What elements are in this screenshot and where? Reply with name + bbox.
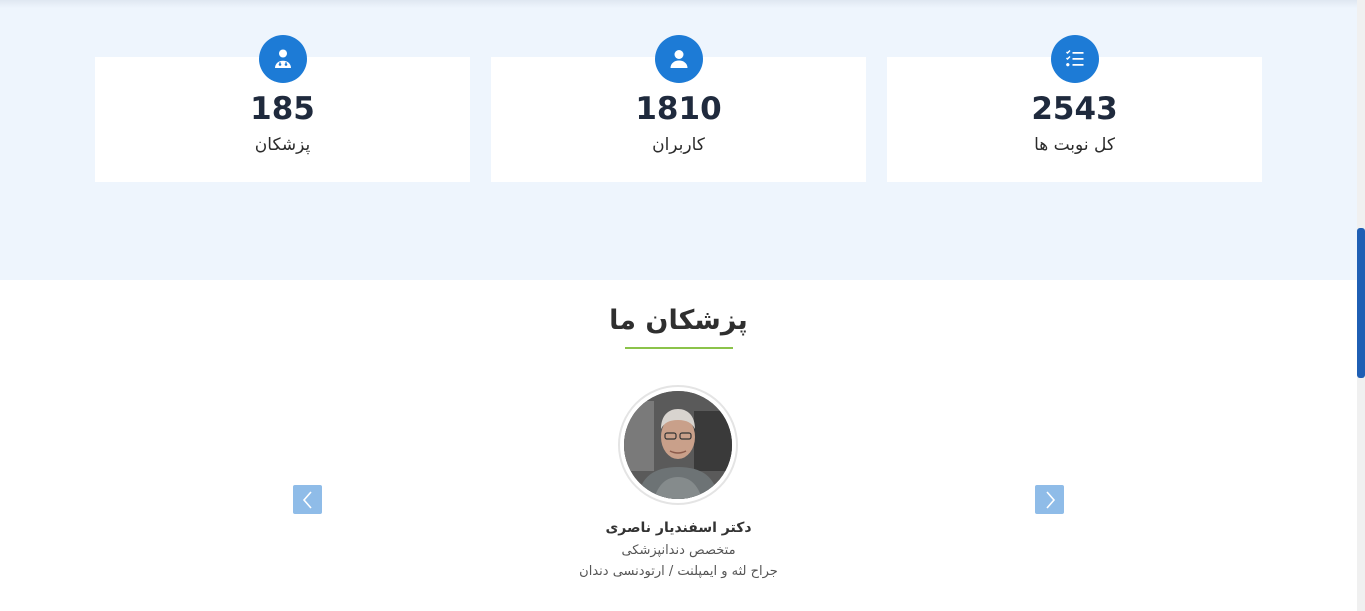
stat-value: 185	[250, 91, 315, 127]
doctor-name[interactable]: دکتر اسفندیار ناصری	[0, 520, 1357, 536]
stat-label: کاربران	[652, 135, 705, 155]
doctor-subspecialty: جراح لثه و ایمپلنت / ارتودنسی دندان	[579, 564, 778, 579]
stat-card-doctors: 185 پزشکان	[95, 35, 470, 182]
scrollbar[interactable]	[1357, 0, 1365, 611]
doctor-specialty: متخصص دندانپزشکی	[621, 543, 736, 558]
doctor-icon	[258, 35, 307, 83]
stat-label: کل نوبت ها	[1034, 135, 1115, 155]
chevron-left-icon	[302, 490, 312, 509]
page: 2543 کل نوبت ها 1810 کاربران 185 پزشکان …	[0, 0, 1365, 611]
title-underline	[625, 347, 733, 349]
stat-card-users: 1810 کاربران	[491, 35, 866, 182]
stat-value: 1810	[635, 91, 722, 127]
task-list-icon	[1050, 35, 1099, 83]
stats-section: 2543 کل نوبت ها 1810 کاربران 185 پزشکان	[0, 0, 1357, 280]
carousel-next-button[interactable]	[1035, 485, 1064, 514]
chevron-right-icon	[1045, 490, 1055, 509]
user-icon	[654, 35, 703, 83]
stat-value: 2543	[1031, 91, 1118, 127]
stat-card-appointments: 2543 کل نوبت ها	[887, 35, 1262, 182]
doctor-avatar[interactable]	[618, 385, 738, 505]
doctor-photo-image	[624, 391, 732, 499]
stat-label: پزشکان	[254, 135, 311, 155]
section-title: پزشکان ما	[609, 305, 748, 336]
scrollbar-thumb[interactable]	[1357, 228, 1365, 378]
carousel-prev-button[interactable]	[293, 485, 322, 514]
